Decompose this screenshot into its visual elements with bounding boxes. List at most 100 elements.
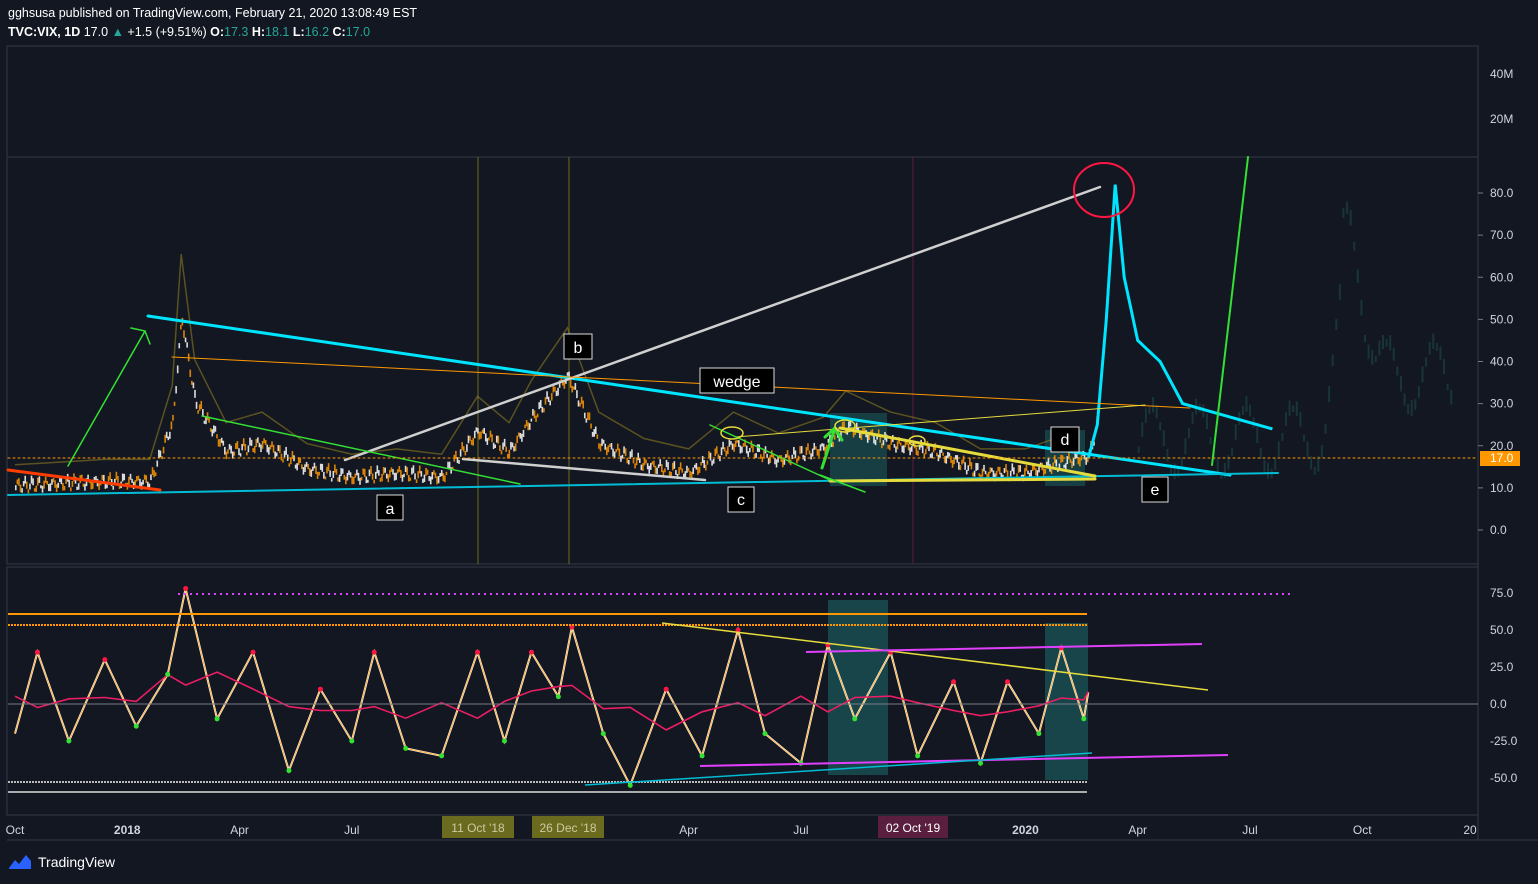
- price-candle: [555, 390, 558, 397]
- ghost-candle: [1364, 334, 1367, 343]
- price-candle: [818, 449, 820, 458]
- price-candle: [1075, 454, 1078, 459]
- yellow-ellipse-1[interactable]: [720, 426, 744, 440]
- price-candle: [643, 458, 646, 466]
- price-candle: [95, 476, 97, 481]
- price-candle: [488, 437, 490, 441]
- time-axis[interactable]: Oct2018AprJulOct2019AprJulOct2020AprJulO…: [6, 823, 1477, 837]
- ghost-candle: [1356, 269, 1359, 283]
- ghost-candle: [1216, 457, 1219, 473]
- price-axis[interactable]: 0.010.020.030.040.050.060.070.080.0: [1478, 186, 1514, 537]
- price-candle: [467, 435, 470, 444]
- price-candle: [547, 396, 550, 402]
- price-candle: [874, 439, 877, 446]
- price-candle: [301, 464, 303, 469]
- price-candle: [426, 469, 429, 475]
- price-candle: [145, 475, 148, 484]
- price-candle: [470, 439, 473, 445]
- price-candle: [227, 449, 229, 454]
- white-trendline-up[interactable]: [343, 185, 1102, 462]
- price-candle: [48, 483, 50, 492]
- price-candle: [634, 463, 636, 469]
- price-candle: [1044, 469, 1047, 474]
- volume-axis[interactable]: 40M 20M: [1490, 67, 1513, 126]
- wedge-label[interactable]: wedge: [712, 374, 760, 391]
- price-candle: [247, 445, 250, 453]
- osc-extreme-dot: [214, 716, 220, 722]
- price-candle: [698, 466, 701, 474]
- price-candle: [495, 435, 498, 443]
- oscillator-drawings[interactable]: [8, 593, 1478, 793]
- price-candle: [458, 460, 460, 464]
- price-candle: [387, 474, 390, 483]
- price-candle: [965, 469, 968, 475]
- yellow-wedge-lower[interactable]: [828, 477, 1097, 483]
- price-candle: [153, 470, 155, 478]
- price-spike-line: [1086, 184, 1273, 459]
- price-candle: [406, 467, 408, 476]
- ghost-candle: [1245, 396, 1248, 413]
- price-candle: [21, 488, 23, 493]
- price-candle: [723, 447, 726, 452]
- price-candle: [1027, 470, 1029, 475]
- ghost-candle: [1320, 445, 1323, 458]
- price-candle: [808, 450, 811, 455]
- price-candle: [632, 458, 635, 464]
- price-candle: [206, 412, 209, 421]
- price-candle: [701, 456, 704, 464]
- ghost-candle: [1159, 422, 1162, 431]
- price-candle: [731, 443, 734, 450]
- price-candle: [194, 389, 196, 398]
- wave-label-b[interactable]: b: [574, 340, 583, 357]
- price-candle: [230, 445, 232, 454]
- price-candle: [767, 458, 770, 465]
- price-candle: [360, 476, 363, 481]
- oscillator-axis[interactable]: 75.0 50.0 25.0 0.0 -25.0 -50.0: [1490, 586, 1518, 785]
- ghost-candle: [1313, 466, 1316, 475]
- price-candle: [528, 423, 531, 430]
- orange-thin-line[interactable]: [171, 356, 1191, 409]
- price-candle: [582, 400, 585, 409]
- ghost-candle: [1187, 428, 1190, 439]
- price-candle: [40, 485, 42, 489]
- price-candle: [35, 485, 38, 492]
- price-candle: [486, 438, 489, 445]
- price-candle: [719, 455, 721, 462]
- green-projection-line[interactable]: [1211, 156, 1249, 466]
- price-tick-label: 10.0: [1490, 481, 1514, 495]
- chart-canvas[interactable]: a b c d e wedge 0.010.020.030.040.050.06…: [0, 0, 1538, 884]
- price-candle: [720, 447, 723, 456]
- price-candle: [530, 418, 533, 422]
- price-candle: [418, 465, 421, 474]
- tradingview-logo[interactable]: TradingView: [8, 853, 115, 871]
- time-tick-label: Oct: [1353, 823, 1372, 837]
- price-candle: [785, 454, 787, 458]
- price-candle: [220, 437, 223, 443]
- price-candle: [139, 478, 141, 487]
- ghost-candle: [1277, 441, 1280, 458]
- green-arrow-1-head[interactable]: [130, 327, 151, 345]
- wave-label-c[interactable]: c: [737, 492, 745, 509]
- price-candle: [579, 402, 581, 407]
- wave-label-e[interactable]: e: [1151, 482, 1160, 499]
- price-candle: [852, 431, 855, 438]
- green-channel-line[interactable]: [201, 415, 521, 485]
- price-candle: [576, 390, 578, 399]
- ghost-candle: [1338, 284, 1341, 301]
- price-candle: [510, 441, 512, 450]
- ghost-candle: [1166, 448, 1169, 462]
- green-arrow-1[interactable]: [67, 330, 146, 467]
- price-candle: [733, 443, 735, 452]
- lower-trendline-cyan[interactable]: [7, 472, 1279, 496]
- chart-annotations[interactable]: a b c d e wedge: [376, 333, 1169, 521]
- price-candle: [345, 476, 347, 485]
- wave-label-d[interactable]: d: [1061, 432, 1070, 449]
- wave-label-a[interactable]: a: [386, 501, 395, 518]
- price-candle: [899, 442, 902, 446]
- price-candle: [327, 463, 330, 472]
- price-candle: [437, 476, 440, 484]
- red-circle-peak[interactable]: [1073, 162, 1135, 218]
- price-candle: [738, 440, 740, 447]
- ghost-candle: [1328, 386, 1331, 403]
- price-candle: [224, 446, 226, 455]
